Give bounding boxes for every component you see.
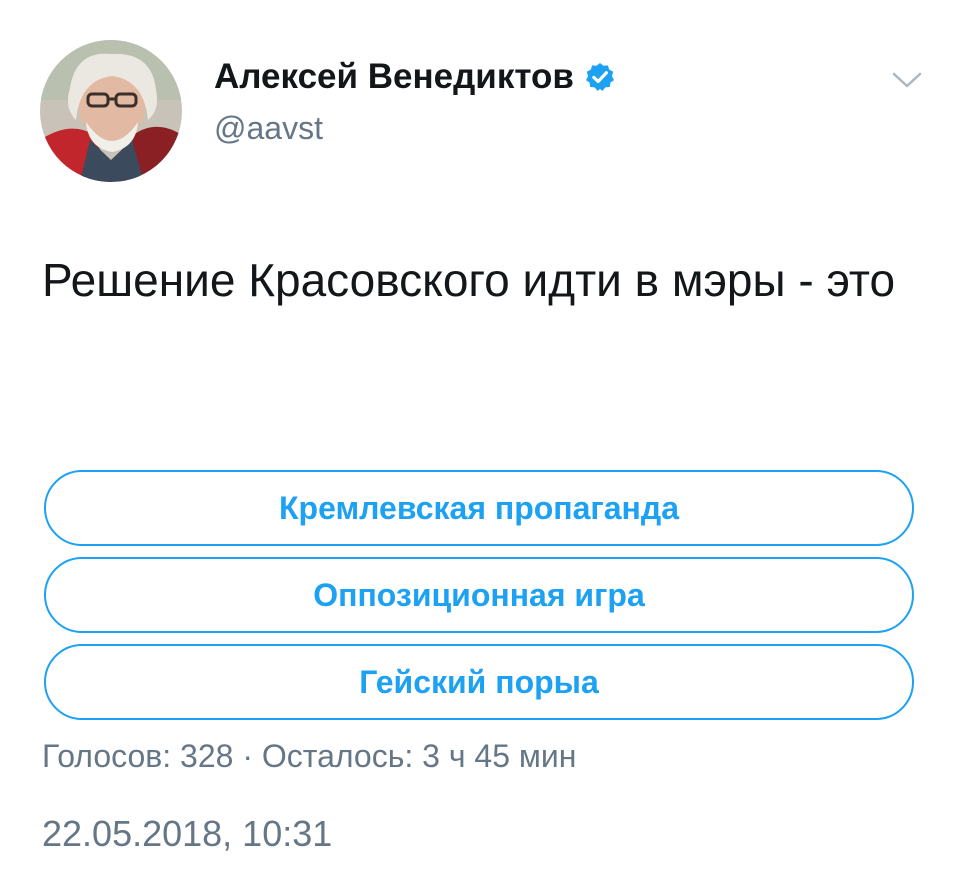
tweet-text: Решение Красовского идти в мэры - это [42, 254, 896, 306]
tweet-timestamp[interactable]: 22.05.2018, 10:31 [42, 810, 332, 858]
poll-option-label: Гейский порыа [359, 663, 599, 700]
display-name-text: Алексей Венедиктов [214, 57, 574, 96]
verified-badge-icon [585, 63, 614, 91]
author-handle[interactable]: @aavst [214, 108, 323, 148]
poll-option-button[interactable]: Оппозиционная игра [44, 557, 914, 633]
poll-meta: Голосов: 328 · Осталось: 3 ч 45 мин [42, 734, 576, 778]
author-display-name[interactable]: Алексей Венедиктов [214, 56, 616, 98]
avatar-photo [40, 40, 182, 182]
poll-option-label: Оппозиционная игра [313, 576, 645, 613]
poll-meta-separator: · [233, 738, 262, 774]
poll-votes-count: Голосов: 328 [42, 738, 234, 774]
chevron-down-icon[interactable] [890, 68, 924, 92]
author-avatar[interactable] [40, 40, 182, 182]
poll-option-button[interactable]: Гейский порыа [44, 644, 914, 720]
poll-option-label: Кремлевская пропаганда [279, 489, 679, 526]
poll-option-button[interactable]: Кремлевская пропаганда [44, 470, 914, 546]
poll-time-left: Осталось: 3 ч 45 мин [261, 738, 577, 774]
